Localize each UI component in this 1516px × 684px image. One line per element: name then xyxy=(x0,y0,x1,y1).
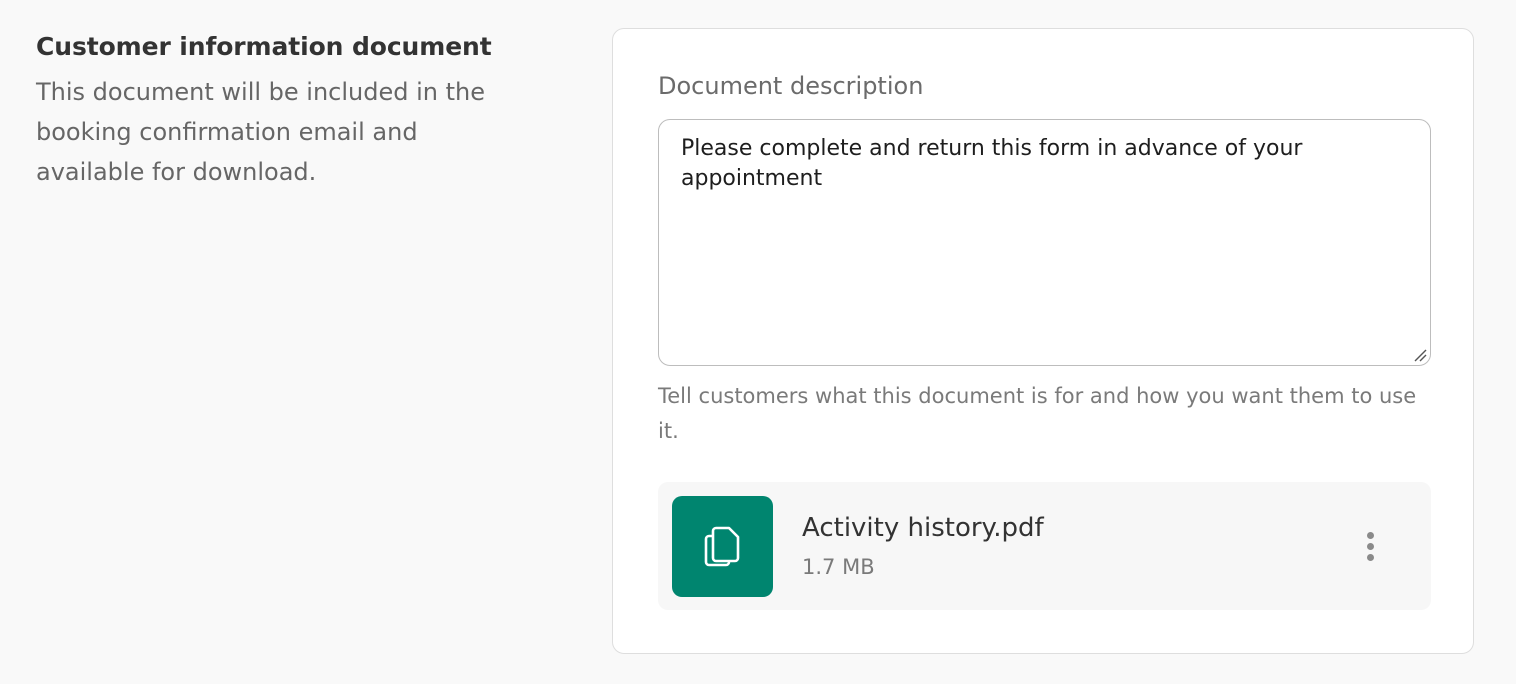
more-vertical-icon xyxy=(1366,531,1374,539)
file-thumbnail xyxy=(672,496,773,597)
section-intro: Customer information document This docum… xyxy=(36,30,506,192)
more-vertical-icon-dot xyxy=(1366,553,1374,561)
resize-handle-icon[interactable] xyxy=(1413,348,1427,362)
document-card: Document description Tell customers what… xyxy=(612,28,1474,654)
more-options-button[interactable] xyxy=(1354,524,1386,568)
document-description-field xyxy=(658,119,1431,366)
document-description-helper: Tell customers what this document is for… xyxy=(658,384,1417,443)
page: Customer information document This docum… xyxy=(0,0,1516,684)
file-name: Activity history.pdf xyxy=(802,513,1044,543)
document-description-label: Document description xyxy=(658,72,924,100)
document-description-textarea[interactable] xyxy=(659,120,1430,365)
more-vertical-icon-dot xyxy=(1366,542,1374,550)
file-size: 1.7 MB xyxy=(802,555,875,579)
section-title: Customer information document xyxy=(36,32,492,61)
document-copy-icon xyxy=(704,526,739,566)
attached-file-row: Activity history.pdf 1.7 MB xyxy=(658,482,1431,610)
section-description: This document will be included in the bo… xyxy=(36,78,485,186)
